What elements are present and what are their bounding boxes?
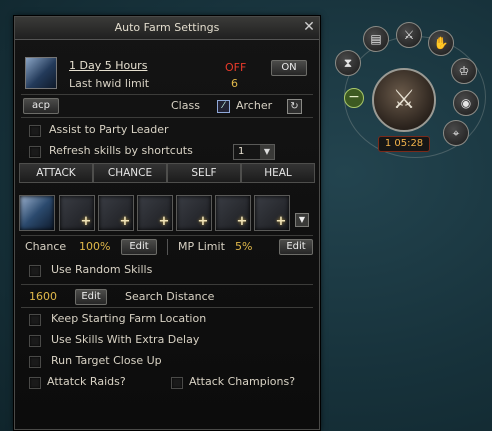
mp-limit-label: MP Limit [178, 240, 225, 253]
arrow-down-icon[interactable]: ▼ [295, 213, 309, 227]
plus-icon: + [119, 214, 131, 229]
plus-icon: + [236, 214, 248, 229]
champions-label: Attack Champions? [189, 375, 296, 388]
skill-tabs: ATTACK CHANCE SELF HEAL [19, 163, 315, 183]
plus-icon: + [197, 214, 209, 229]
refresh-count-value: 1 [238, 146, 245, 157]
tab-attack[interactable]: ATTACK [19, 163, 93, 183]
refresh-skills-label: Refresh skills by shortcuts [49, 144, 193, 157]
divider [21, 235, 313, 236]
assist-label: Assist to Party Leader [49, 123, 169, 136]
extra-delay-checkbox[interactable] [29, 335, 41, 347]
keep-location-checkbox[interactable] [29, 314, 41, 326]
keep-location-label: Keep Starting Farm Location [51, 312, 207, 325]
search-distance-label: Search Distance [125, 290, 215, 303]
tab-chance[interactable]: CHANCE [93, 163, 167, 183]
location-icon[interactable]: ⌖ [443, 120, 469, 146]
divider [167, 239, 168, 255]
chance-value: 100% [79, 240, 111, 253]
acp-button[interactable]: acp [23, 98, 59, 114]
sword-icon[interactable]: ⚔ [396, 22, 422, 48]
toggle-on-button[interactable]: ON [271, 60, 307, 76]
status-off: OFF [225, 61, 247, 74]
run-target-checkbox[interactable] [29, 356, 41, 368]
skill-slot-5[interactable]: + [176, 195, 212, 231]
skill-slot-7[interactable]: + [254, 195, 290, 231]
divider [21, 94, 313, 95]
close-button[interactable]: ✕ [301, 19, 317, 35]
auto-farm-window: Auto Farm Settings ✕ 1 Day 5 Hours OFF O… [14, 16, 320, 430]
chance-edit-button[interactable]: Edit [121, 239, 157, 255]
skill-slot-row: + + + + + + ▼ [19, 195, 315, 231]
assist-checkbox[interactable] [29, 125, 41, 137]
mp-limit-value: 5% [235, 240, 253, 253]
champions-checkbox[interactable] [171, 377, 183, 389]
skill-slot-6[interactable]: + [215, 195, 251, 231]
subscription-duration-link[interactable]: 1 Day 5 Hours [69, 59, 147, 72]
globe-icon[interactable]: ◉ [453, 90, 479, 116]
skill-slot-3[interactable]: + [98, 195, 134, 231]
crown-icon[interactable]: ♔ [451, 58, 477, 84]
class-label: Class [171, 99, 200, 112]
raids-checkbox[interactable] [29, 377, 41, 389]
divider [21, 284, 313, 285]
search-distance-value: 1600 [29, 290, 57, 303]
hand-icon[interactable]: ✋ [428, 30, 454, 56]
hwid-limit-label: Last hwid limit [69, 77, 150, 90]
class-portrait [25, 57, 57, 89]
tab-heal[interactable]: HEAL [241, 163, 315, 183]
auto-farm-orb[interactable]: ⚔ [372, 68, 436, 132]
mp-limit-edit-button[interactable]: Edit [279, 239, 313, 255]
search-distance-edit-button[interactable]: Edit [75, 289, 107, 305]
hwid-limit-value: 6 [231, 77, 238, 90]
radial-menu: ▤ ⚔ ✋ ♔ ◉ ⌖ ⧗ − ⚔ 1 05:28 [330, 20, 490, 160]
window-title: Auto Farm Settings [114, 21, 220, 34]
hourglass-icon[interactable]: ⧗ [335, 50, 361, 76]
extra-delay-label: Use Skills With Extra Delay [51, 333, 200, 346]
divider [21, 117, 313, 118]
plus-icon: + [158, 214, 170, 229]
refresh-skills-checkbox[interactable] [29, 146, 41, 158]
divider [21, 307, 313, 308]
minus-icon[interactable]: − [344, 88, 364, 108]
auto-farm-timer: 1 05:28 [378, 136, 430, 152]
bow-icon: ⁄ [217, 100, 230, 113]
run-target-label: Run Target Close Up [51, 354, 162, 367]
skill-slot-1[interactable] [19, 195, 55, 231]
chance-label: Chance [25, 240, 67, 253]
raids-label: Attatck Raids? [47, 375, 126, 388]
random-skills-label: Use Random Skills [51, 263, 153, 276]
skill-slot-4[interactable]: + [137, 195, 173, 231]
tab-self[interactable]: SELF [167, 163, 241, 183]
chevron-down-icon[interactable]: ▼ [260, 145, 274, 159]
refresh-icon[interactable]: ↻ [287, 99, 302, 114]
skill-slot-2[interactable]: + [59, 195, 95, 231]
plus-icon: + [80, 214, 92, 229]
random-skills-checkbox[interactable] [29, 265, 41, 277]
refresh-count-select[interactable]: 1 ▼ [233, 144, 275, 160]
book-icon[interactable]: ▤ [363, 26, 389, 52]
plus-icon: + [275, 214, 287, 229]
class-value: Archer [236, 99, 273, 112]
